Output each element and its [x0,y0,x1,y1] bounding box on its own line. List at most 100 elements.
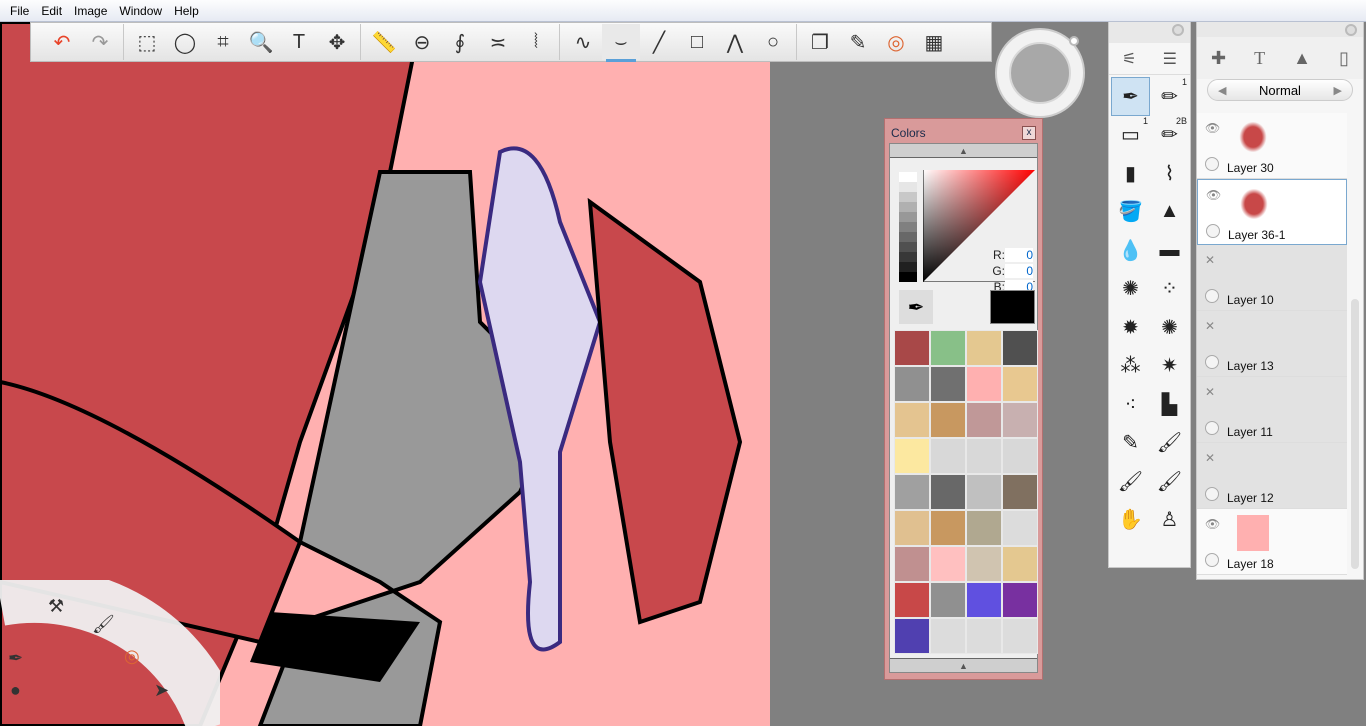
layout-icon[interactable]: ▦ [915,24,953,60]
menu-help[interactable]: Help [168,4,205,18]
color-wheel-icon[interactable]: ◎ [877,24,915,60]
green-input[interactable] [1005,264,1033,278]
gray-swatch[interactable] [899,262,917,272]
layer-item[interactable]: 👁 Layer 36-1 [1197,179,1347,245]
brush-preset[interactable]: ⁂ [1111,347,1150,386]
symmetry-x-icon[interactable]: ≍ [479,24,517,60]
color-swatch[interactable] [930,438,966,474]
layer-item[interactable]: ✕ Layer 10 [1197,245,1347,311]
prev-arrow-icon[interactable]: ◀ [1218,84,1226,97]
color-swatch[interactable] [966,546,1002,582]
gray-swatch[interactable] [899,202,917,212]
add-image-icon[interactable]: ▲ [1293,48,1311,69]
transform-icon[interactable]: ✥ [318,24,356,60]
color-swatch[interactable] [1002,618,1038,654]
next-arrow-icon[interactable]: ▶ [1334,84,1342,97]
gray-swatch[interactable] [899,232,917,242]
color-swatch[interactable] [930,546,966,582]
layer-item[interactable]: 👁 Layer 30 [1197,113,1347,179]
menu-edit[interactable]: Edit [35,4,68,18]
color-swatch[interactable] [894,618,930,654]
add-layer-icon[interactable]: ✚ [1211,48,1226,69]
brush-preset[interactable]: ⁖ [1111,385,1150,424]
color-swatch[interactable] [894,330,930,366]
brush-preset[interactable]: ✺ [1111,270,1150,309]
pen-icon[interactable]: ✒ [8,648,23,669]
color-swatch[interactable] [1002,474,1038,510]
brush-preset[interactable]: ▭ 1 [1111,116,1150,155]
green-field[interactable]: G: [990,264,1035,278]
brush-preset[interactable]: 💧 [1111,231,1150,270]
layer-radio[interactable] [1205,289,1219,303]
red-field[interactable]: R: [990,248,1035,262]
blend-mode-selector[interactable]: ◀ Normal ▶ [1207,79,1353,101]
panel-menu-icon[interactable] [1172,24,1184,36]
gray-swatch[interactable] [899,252,917,262]
hidden-eye-icon[interactable]: ✕ [1205,451,1215,465]
clear-layer-icon[interactable]: ▯ [1339,48,1349,69]
brush-preset[interactable]: ✋ [1111,501,1150,540]
color-swatch[interactable] [966,402,1002,438]
gray-swatch[interactable] [899,272,917,282]
layer-radio[interactable] [1206,224,1220,238]
color-swatch[interactable] [930,330,966,366]
color-swatch[interactable] [894,546,930,582]
color-swatch[interactable] [1002,582,1038,618]
eye-icon[interactable]: 👁 [1206,188,1221,202]
color-swatch[interactable] [1002,510,1038,546]
color-swatch[interactable] [966,366,1002,402]
color-swatch[interactable] [930,402,966,438]
brush-preset[interactable]: ▲ [1150,193,1189,232]
layer-item[interactable]: ✕ Layer 12 [1197,443,1347,509]
layer-radio[interactable] [1205,421,1219,435]
ruler-icon[interactable]: 📏 [365,24,403,60]
color-swatch[interactable] [1002,330,1038,366]
color-swatch[interactable] [1002,402,1038,438]
brush-preset[interactable]: ✹ [1111,308,1150,347]
color-swatch[interactable] [930,582,966,618]
brush-library-icon[interactable]: ☰ [1163,49,1177,69]
color-swatch[interactable] [1002,546,1038,582]
color-swatch[interactable] [966,582,1002,618]
panel-menu-icon[interactable] [1345,24,1357,36]
scroll-down-button[interactable]: ▲ [890,658,1037,672]
brush-preset[interactable]: 🖌 [1111,462,1150,501]
eye-icon[interactable]: 👁 [1205,121,1220,135]
zoom-icon[interactable]: 🔍 [242,24,280,60]
menu-image[interactable]: Image [68,4,113,18]
french-curve-icon[interactable]: ∮ [441,24,479,60]
close-icon[interactable]: x [1022,126,1036,140]
grayscale-strip[interactable] [899,172,917,282]
eye-icon[interactable]: 👁 [1205,517,1220,531]
layer-radio[interactable] [1205,487,1219,501]
color-swatch[interactable] [1002,438,1038,474]
hidden-eye-icon[interactable]: ✕ [1205,253,1215,267]
color-swatch[interactable] [894,510,930,546]
color-swatch[interactable] [930,366,966,402]
layer-radio[interactable] [1205,553,1219,567]
polyline-icon[interactable]: ⋀ [716,24,754,60]
brush-preset[interactable]: ✺ [1150,308,1189,347]
color-swatch[interactable] [894,438,930,474]
gray-swatch[interactable] [899,222,917,232]
brush-preset[interactable]: ▬ [1150,231,1189,270]
brush-preset[interactable]: ⌇ [1150,154,1189,193]
rectangle-icon[interactable]: □ [678,24,716,60]
eyedropper-icon[interactable]: ✒ [899,290,933,324]
brush-icon[interactable]: 🖌 [92,614,115,635]
steady-stroke-icon[interactable]: ⌣ [602,24,640,62]
layer-item[interactable]: ✕ Layer 11 [1197,377,1347,443]
hidden-eye-icon[interactable]: ✕ [1205,319,1215,333]
color-wheel-icon[interactable]: ◎ [124,646,140,667]
color-swatch[interactable] [966,618,1002,654]
puck-handle[interactable] [1069,36,1079,46]
layer-item[interactable]: ✕ Layer 13 [1197,311,1347,377]
red-input[interactable] [1005,248,1033,262]
brush-palette-icon[interactable]: ✎ [839,24,877,60]
brush-preset[interactable]: 🪣 [1111,193,1150,232]
layer-radio[interactable] [1205,157,1219,171]
color-swatch[interactable] [930,474,966,510]
color-swatch[interactable] [894,474,930,510]
gray-swatch[interactable] [899,242,917,252]
tools-icon[interactable]: ⚒ [48,596,64,617]
